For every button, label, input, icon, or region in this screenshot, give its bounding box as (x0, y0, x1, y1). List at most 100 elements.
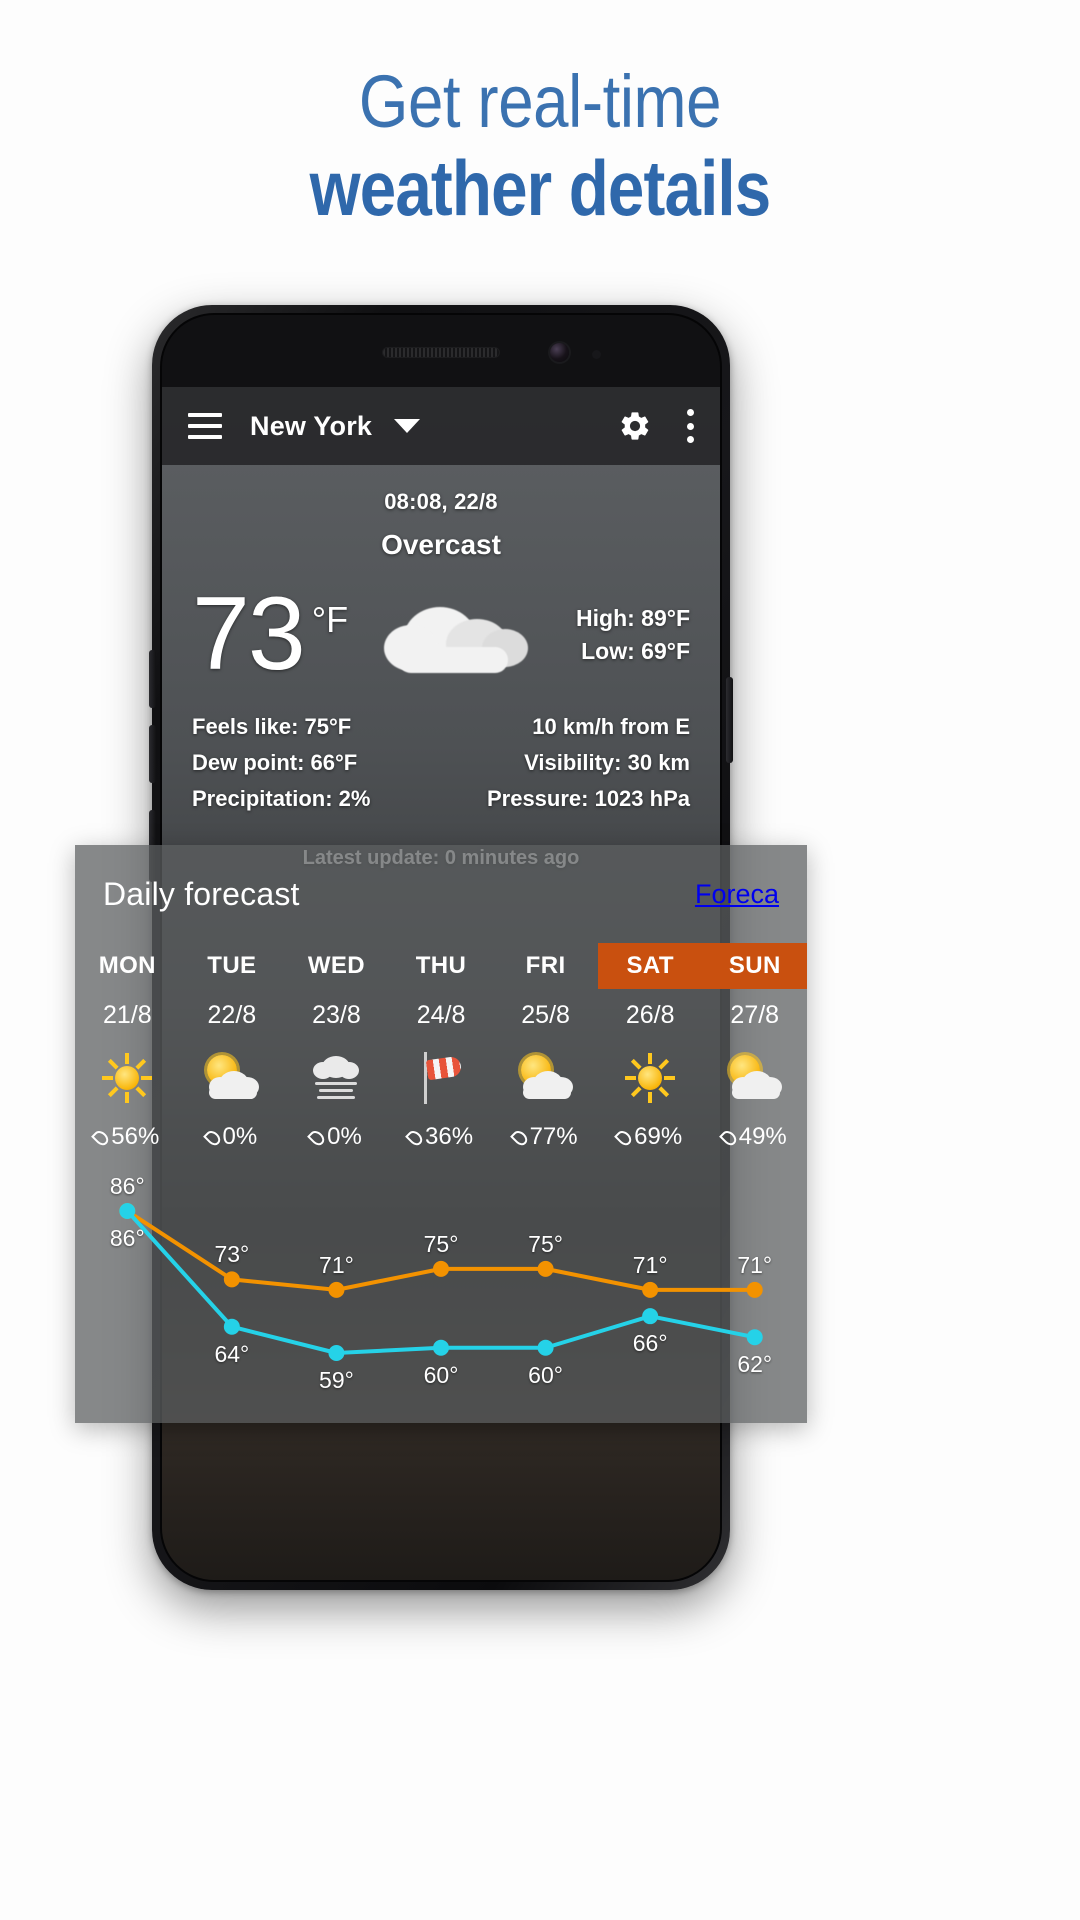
windsock-icon (418, 1052, 464, 1104)
more-vertical-icon[interactable] (686, 409, 694, 443)
chart-value-label: 66° (632, 1330, 668, 1357)
chevron-down-icon[interactable] (394, 419, 421, 433)
fog-icon (309, 1054, 363, 1102)
water-drop-icon (202, 1128, 223, 1148)
chart-value-label: 86° (109, 1225, 145, 1251)
chart-point-high (746, 1281, 763, 1298)
forecast-day-column[interactable]: WED 23/8 0% (284, 943, 389, 1159)
chart-point-high (433, 1260, 449, 1277)
forecast-weather-icon (493, 1041, 598, 1115)
dew-point-label: Dew point: 66°F (192, 749, 358, 775)
temperature-unit: °F (311, 599, 349, 640)
chart-point-high (642, 1281, 659, 1298)
marketing-headline: Get real-time weather details (0, 60, 1080, 232)
forecast-weather-icon (389, 1041, 494, 1115)
forecast-day-column[interactable]: SAT 26/8 69% (597, 943, 703, 1159)
forecast-day-date: 22/8 (207, 1001, 257, 1029)
details-right-column: 10 km/h from E Visibility: 30 km Pressur… (441, 709, 690, 817)
city-name-label[interactable]: New York (250, 411, 372, 442)
details-left-column: Feels like: 75°F Dew point: 66°F Precipi… (192, 709, 441, 817)
forecast-precipitation: 56% (75, 1115, 180, 1159)
forecast-weather-icon (598, 1041, 703, 1115)
chart-point-low (433, 1339, 449, 1356)
water-drop-icon (614, 1128, 635, 1148)
low-temp-label: Low: 69°F (581, 637, 690, 664)
chart-point-low (119, 1203, 136, 1219)
water-drop-icon (307, 1128, 327, 1148)
feels-like-label: Feels like: 75°F (192, 713, 352, 739)
temperature-row: 73 °F High: 89°F Low: 69°F (192, 582, 690, 686)
forecast-day-column[interactable]: MON 21/8 56% (75, 943, 180, 1159)
chart-point-low (642, 1308, 659, 1325)
forecast-precipitation: 0% (180, 1115, 285, 1159)
sun-icon (625, 1053, 676, 1103)
foreca-source-link[interactable]: Foreca (695, 879, 779, 910)
forecast-precipitation: 49% (702, 1115, 807, 1159)
app-toolbar: New York (162, 387, 720, 465)
forecast-day-name: THU (415, 952, 467, 979)
forecast-day-grid: MON 21/8 56% TUE 22/8 0% WED 23/8 0% THU 24/8 36% FR… (75, 943, 807, 1159)
sun-cloud-icon (203, 1053, 261, 1103)
chart-point-high (223, 1271, 240, 1288)
front-camera-icon (550, 343, 569, 362)
water-drop-icon (405, 1128, 425, 1148)
headline-line-2: weather details (309, 144, 772, 232)
current-timestamp: 08:08, 22/8 (384, 489, 498, 514)
forecast-day-column[interactable]: SUN 27/8 49% (702, 943, 807, 1159)
chart-point-low (537, 1339, 554, 1356)
sun-cloud-icon (726, 1053, 784, 1103)
forecast-weather-icon (702, 1041, 807, 1115)
forecast-weather-icon (284, 1041, 389, 1115)
earpiece-speaker-icon (382, 347, 500, 358)
water-drop-icon (509, 1128, 530, 1148)
forecast-day-date: 24/8 (416, 1001, 466, 1029)
power-button[interactable] (726, 677, 733, 763)
chart-value-label: 75° (528, 1230, 563, 1257)
visibility-label: Visibility: 30 km (524, 749, 690, 775)
chart-value-label: 60° (528, 1361, 563, 1388)
weather-details: Feels like: 75°F Dew point: 66°F Precipi… (192, 709, 690, 817)
gear-icon[interactable] (618, 409, 652, 443)
chart-point-low (223, 1318, 240, 1335)
chart-point-low (746, 1329, 763, 1346)
high-temp-label: High: 89°F (576, 604, 690, 631)
chart-value-label: 75° (423, 1230, 459, 1257)
forecast-temperature-chart: 86° 73° 71° 75° 75° 71° 71° 86° 64° 59° 60° 60° 66° 6… (75, 1163, 807, 1421)
forecast-day-column[interactable]: THU 24/8 36% (389, 943, 494, 1159)
forecast-day-name: TUE (207, 952, 257, 979)
phone-top-bezel (162, 315, 720, 387)
chart-value-label: 64° (214, 1340, 250, 1367)
pressure-label: Pressure: 1023 hPa (486, 785, 690, 811)
precipitation-label: Precipitation: 2% (192, 785, 371, 811)
forecast-precipitation: 69% (598, 1115, 703, 1159)
forecast-day-column[interactable]: TUE 22/8 0% (180, 943, 285, 1159)
water-drop-icon (718, 1128, 739, 1148)
high-low-block: High: 89°F Low: 69°F (534, 602, 690, 668)
current-conditions: 08:08, 22/8 Overcast 73 °F High: 89°F Lo… (162, 465, 720, 870)
forecast-header: Daily forecast Foreca (75, 845, 807, 943)
chart-value-label: 62° (737, 1351, 773, 1378)
daily-forecast-card: Daily forecast Foreca MON 21/8 56% TUE 22/8 0… (75, 845, 807, 1423)
water-drop-icon (91, 1128, 112, 1148)
current-temperature: 73 °F (192, 582, 380, 686)
chart-value-label: 71° (319, 1251, 354, 1278)
volume-down-button[interactable] (149, 725, 156, 783)
forecast-day-name: SAT (597, 943, 703, 989)
forecast-precipitation: 77% (493, 1115, 598, 1159)
chart-value-label: 73° (214, 1241, 250, 1268)
chart-point-low (328, 1345, 345, 1361)
forecast-day-date: 26/8 (625, 1001, 675, 1029)
forecast-day-date: 25/8 (521, 1001, 570, 1029)
chart-value-label: 59° (319, 1367, 354, 1393)
current-condition-label: Overcast (381, 529, 501, 560)
cloud-icon (384, 589, 534, 681)
forecast-day-column[interactable]: FRI 25/8 77% (493, 943, 598, 1159)
forecast-day-date: 23/8 (312, 1001, 361, 1029)
chart-point-high (328, 1281, 345, 1298)
chart-value-label: 86° (109, 1173, 145, 1199)
hamburger-menu-icon[interactable] (188, 413, 222, 439)
sun-icon (102, 1053, 153, 1103)
volume-up-button[interactable] (149, 650, 156, 708)
chart-point-high (537, 1260, 554, 1277)
wind-label: 10 km/h from E (532, 713, 690, 739)
